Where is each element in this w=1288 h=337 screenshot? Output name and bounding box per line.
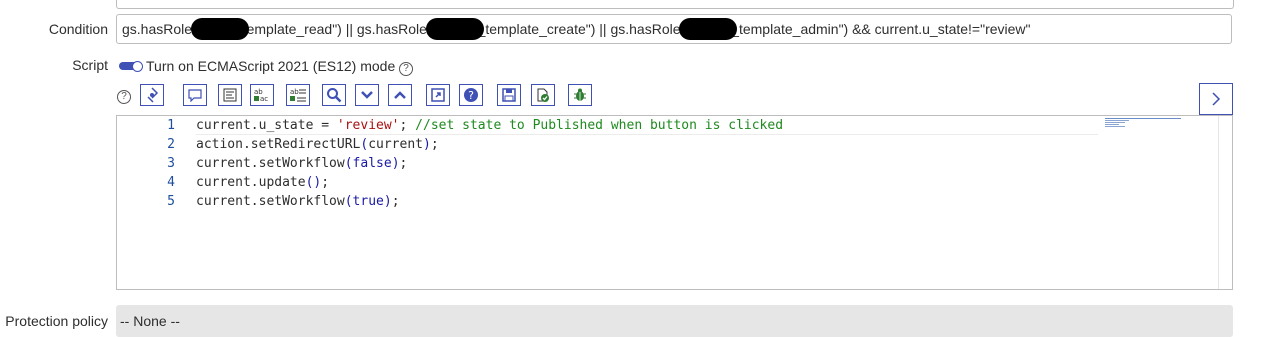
condition-text-part: template_read") || gs.hasRole( (242, 21, 432, 37)
condition-text-part: _template_admin") && current.u_state!="r… (731, 21, 1031, 37)
condition-text-part: _template_create") || gs.hasRole( (477, 21, 686, 37)
save-icon[interactable] (497, 84, 521, 106)
protection-policy-select[interactable]: -- None -- (116, 305, 1233, 337)
protection-policy-value: -- None -- (120, 313, 180, 329)
svg-text:?: ? (468, 89, 474, 102)
redaction-mark (425, 18, 484, 41)
toggle-knob (132, 61, 143, 72)
code-token: ; (399, 118, 416, 133)
previous-field-edge (116, 0, 1234, 9)
toggle-syntax-icon[interactable] (140, 84, 164, 106)
code-line[interactable]: 5 current.setWorkflow(true); (117, 192, 400, 211)
code-token: ) (391, 156, 400, 171)
code-token: //set state to Published when button is … (415, 118, 784, 133)
code-token: ; (391, 194, 400, 209)
expand-panel-button[interactable] (1199, 83, 1233, 115)
replace-icon[interactable]: ab ac (250, 84, 274, 106)
line-number: 2 (167, 137, 175, 152)
condition-label: Condition (48, 21, 108, 37)
comment-icon[interactable] (183, 84, 207, 106)
editor-minimap[interactable] (1105, 118, 1185, 128)
search-icon[interactable] (322, 84, 346, 106)
es-mode-toggle[interactable] (119, 61, 143, 72)
code-token: 'review' (336, 118, 400, 133)
chevron-down-icon[interactable] (355, 84, 379, 106)
code-token: action.setRedirectURL (196, 137, 361, 152)
code-token: ; (430, 137, 439, 152)
code-token: ( (344, 194, 353, 209)
svg-text:ab: ab (290, 88, 299, 96)
chevron-up-icon[interactable] (388, 84, 412, 106)
code-token: () (305, 175, 322, 190)
code-line[interactable]: 3 current.setWorkflow(false); (117, 154, 407, 173)
condition-text-part: gs.hasRole( (122, 21, 197, 37)
code-line[interactable]: 1 current.u_state = 'review'; //set state… (117, 116, 783, 135)
help-icon[interactable]: ? (459, 84, 483, 106)
code-token: current.u_state = (196, 118, 337, 133)
es-mode-label: Turn on ECMAScript 2021 (ES12) mode (146, 58, 396, 74)
condition-input[interactable]: gs.hasRole( template_read") || gs.hasRole… (116, 14, 1232, 44)
code-token: ) (423, 137, 431, 152)
svg-text:ac: ac (260, 95, 268, 103)
fullscreen-icon[interactable] (426, 84, 450, 106)
protection-policy-label: Protection policy (5, 313, 108, 329)
chevron-right-icon (1212, 92, 1221, 106)
debugger-icon[interactable] (568, 84, 592, 106)
code-token: current.update (196, 175, 306, 190)
script-help-icon[interactable]: ? (117, 86, 131, 104)
code-token: current.setWorkflow (196, 156, 345, 171)
replace-all-icon[interactable]: ab (286, 84, 310, 106)
code-token: ; (321, 175, 330, 190)
code-line[interactable]: 4 current.update(); (117, 173, 329, 192)
code-token: ; (399, 156, 408, 171)
redaction-mark (190, 18, 249, 41)
code-token: false (352, 156, 392, 171)
script-debug-icon[interactable] (531, 84, 555, 106)
es-mode-help-icon[interactable]: ? (399, 58, 413, 76)
editor-scrollbar-edge (1218, 116, 1219, 289)
line-number: 1 (167, 118, 175, 133)
code-token: current (368, 137, 423, 152)
format-icon[interactable] (218, 84, 242, 106)
code-line[interactable]: 2 action.setRedirectURL(current); (117, 135, 439, 154)
code-token: ( (344, 156, 353, 171)
code-token: current.setWorkflow (196, 194, 345, 209)
line-number: 4 (167, 175, 175, 190)
line-number: 3 (167, 156, 175, 171)
code-token: ) (383, 194, 392, 209)
line-number: 5 (167, 194, 175, 209)
script-editor[interactable]: 1 current.u_state = 'review'; //set state… (116, 115, 1233, 290)
redaction-mark (679, 18, 738, 41)
script-label: Script (72, 57, 108, 73)
code-token: true (352, 194, 384, 209)
